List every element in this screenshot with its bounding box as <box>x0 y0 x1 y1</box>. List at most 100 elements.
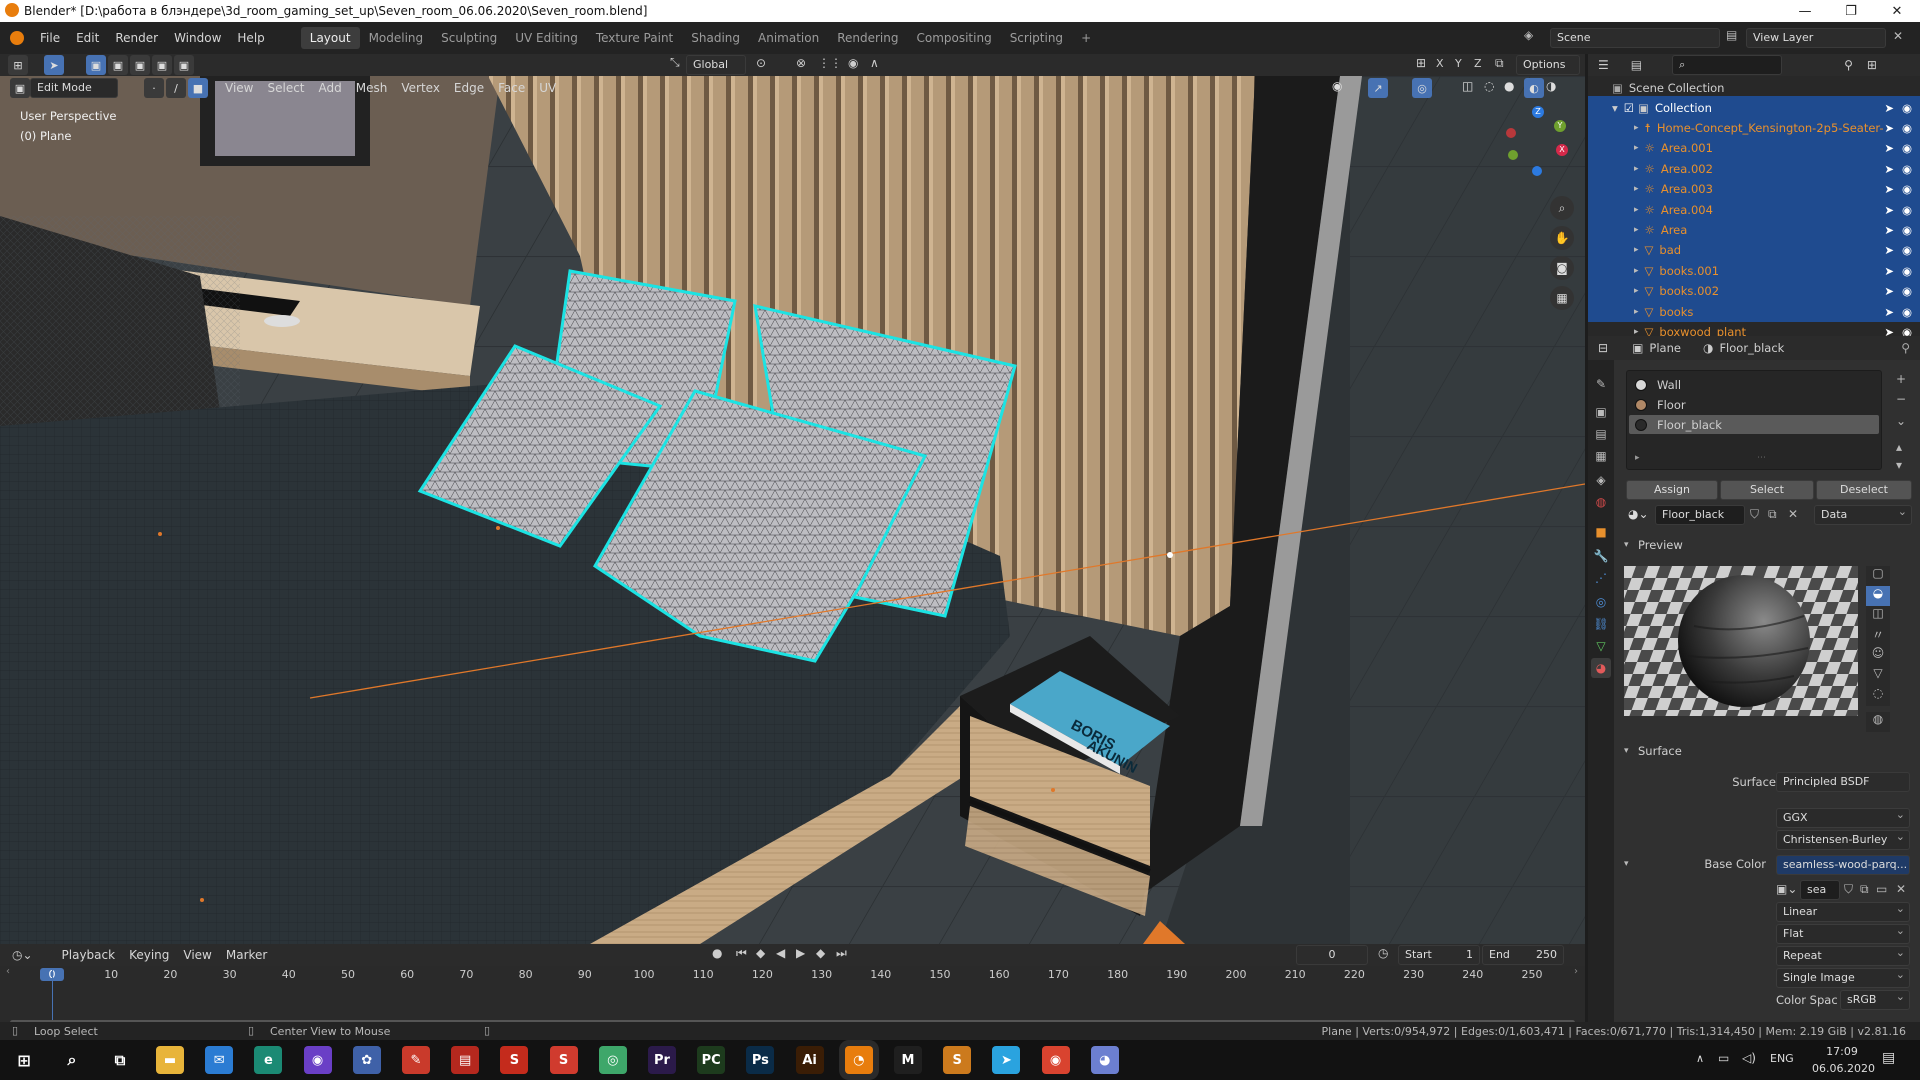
pin-icon[interactable]: ⚲ <box>1901 341 1910 355</box>
jump-end-icon[interactable]: ⏭ <box>836 946 847 961</box>
clock-time[interactable]: 17:09 <box>1812 1045 1872 1058</box>
menu-help[interactable]: Help <box>229 31 272 45</box>
object-tab-icon[interactable]: ■ <box>1591 522 1611 542</box>
vertex-select-icon[interactable]: · <box>144 78 164 98</box>
scene-selector[interactable]: Scene <box>1550 28 1720 48</box>
material-browse-icon[interactable]: ◕⌄ <box>1628 507 1649 521</box>
workspace-tab-compositing[interactable]: Compositing <box>907 27 1000 49</box>
outliner-item[interactable]: ▸ ▽ books ➤ ◉ <box>1588 302 1920 322</box>
pivot-point-icon[interactable]: ⊙ <box>756 56 766 70</box>
blender-menu-icon[interactable] <box>10 31 24 45</box>
material-slot-list[interactable]: Wall Floor Floor_black ▸ ⋯ <box>1626 370 1882 470</box>
select-restrict-icon[interactable]: ➤ <box>1884 121 1894 135</box>
current-frame-field[interactable]: 0 <box>1296 945 1368 965</box>
display-mode-icon[interactable]: ▤ <box>1631 58 1642 72</box>
outliner-item[interactable]: ▸ ☼ Area.001 ➤ ◉ <box>1588 138 1920 158</box>
surface-panel-title[interactable]: Surface <box>1638 744 1682 758</box>
remove-slot-icon[interactable]: − <box>1896 392 1906 406</box>
edge-select-icon[interactable]: / <box>166 78 186 98</box>
preview-flat-icon[interactable]: ▢ <box>1866 566 1890 586</box>
image-unlink-icon[interactable]: ✕ <box>1896 882 1906 896</box>
resize-grip-icon[interactable]: ⋯ <box>1757 453 1766 463</box>
preview-monkey-icon[interactable]: ☺ <box>1866 646 1890 666</box>
preview-hair-icon[interactable]: 〃 <box>1866 626 1890 646</box>
eye-icon[interactable]: ◉ <box>1902 284 1912 298</box>
menu-render[interactable]: Render <box>107 31 166 45</box>
visibility-icon[interactable]: ◉ <box>1332 79 1342 93</box>
add-workspace-button[interactable]: + <box>1072 27 1100 49</box>
network-icon[interactable]: ▭ <box>1718 1051 1729 1065</box>
mail-icon[interactable]: ✉ <box>205 1046 234 1074</box>
gizmo-y-axis[interactable]: Y <box>1554 120 1566 132</box>
sublime-icon[interactable]: S <box>943 1046 972 1074</box>
gizmo-z-axis[interactable]: Z <box>1532 106 1544 118</box>
surface-collapse-icon[interactable]: ▾ <box>1624 746 1629 756</box>
viewport-menu-uv[interactable]: UV <box>532 80 563 96</box>
material-slot-floor-black[interactable]: Floor_black <box>1629 415 1879 434</box>
gizmo-x-axis[interactable]: X <box>1556 144 1568 156</box>
menu-edit[interactable]: Edit <box>68 31 107 45</box>
viewport-menu-select[interactable]: Select <box>260 80 311 96</box>
output-tab-icon[interactable]: ▤ <box>1591 424 1611 444</box>
assign-button[interactable]: Assign <box>1626 480 1718 500</box>
timeline-editor-icon[interactable]: ◷⌄ <box>12 948 33 962</box>
start-frame-field[interactable]: Start 1 <box>1398 945 1480 965</box>
sketchup-icon[interactable]: S <box>500 1046 529 1074</box>
move-slot-up-icon[interactable]: ▴ <box>1896 440 1902 454</box>
material-tab-icon[interactable]: ◕ <box>1591 658 1611 678</box>
workspace-tab-layout[interactable]: Layout <box>300 27 360 49</box>
properties-editor-icon[interactable]: ⊟ <box>1598 341 1608 355</box>
image-fake-user-icon[interactable]: ⛉ <box>1844 882 1853 897</box>
unity-hub-icon[interactable]: ✿ <box>352 1046 381 1074</box>
telegram-icon[interactable]: ➤ <box>992 1046 1021 1074</box>
expand-arrow-icon[interactable]: ▸ <box>1634 123 1639 133</box>
pdf-reader-icon[interactable]: ✎ <box>402 1046 430 1074</box>
preview-cube-icon[interactable]: ◫ <box>1866 606 1890 626</box>
3d-viewport[interactable]: BORIS AKUNIN User Perspective (0) Plane … <box>0 76 1585 944</box>
blender-icon[interactable]: ◔ <box>844 1046 873 1074</box>
select-tool-icon[interactable]: ➤ <box>44 55 64 75</box>
record-icon[interactable]: ● <box>712 946 722 960</box>
camera-view-icon[interactable]: ◙ <box>1550 256 1574 280</box>
discord-icon[interactable]: ◕ <box>1090 1046 1119 1074</box>
outliner-scene-collection[interactable]: ▣ Scene Collection <box>1588 78 1920 98</box>
select-box-subtract-icon[interactable]: ▣ <box>130 55 150 75</box>
scene-render[interactable]: BORIS AKUNIN <box>0 76 1585 944</box>
expand-arrow-icon[interactable]: ▸ <box>1634 164 1639 174</box>
base-color-texture-field[interactable]: seamless-wood-parq... <box>1776 855 1910 875</box>
expand-arrow-icon[interactable]: ▸ <box>1634 143 1639 153</box>
expand-arrow-icon[interactable]: ▸ <box>1634 184 1639 194</box>
base-color-expand-icon[interactable]: ▾ <box>1624 859 1629 869</box>
view-layer-selector[interactable]: View Layer <box>1746 28 1886 48</box>
image-open-icon[interactable]: ▭ <box>1876 882 1887 896</box>
workspace-tab-sculpting[interactable]: Sculpting <box>432 27 506 49</box>
render-tab-icon[interactable]: ▣ <box>1591 402 1611 422</box>
close-view-layer-icon[interactable]: ✕ <box>1893 29 1903 43</box>
auto-merge-icon[interactable]: ⧉ <box>1495 56 1504 71</box>
physics-tab-icon[interactable]: ◎ <box>1591 592 1611 612</box>
select-restrict-icon[interactable]: ➤ <box>1884 182 1894 196</box>
eye-icon[interactable]: ◉ <box>1902 141 1912 155</box>
close-button[interactable]: ✕ <box>1874 0 1920 22</box>
distribution-dropdown[interactable]: GGX <box>1776 808 1910 828</box>
constraints-tab-icon[interactable]: ⛓ <box>1591 614 1611 634</box>
outliner-search-input[interactable]: ⌕ <box>1672 55 1783 75</box>
workspace-tab-rendering[interactable]: Rendering <box>828 27 907 49</box>
expand-arrow-icon[interactable]: ▸ <box>1634 245 1639 255</box>
menu-file[interactable]: File <box>32 31 68 45</box>
ortho-toggle-icon[interactable]: ▦ <box>1550 286 1574 310</box>
modifier-tab-icon[interactable]: 🔧 <box>1591 546 1611 566</box>
timeline-area[interactable]: 0102030405060708090100110120130140150160… <box>0 966 1585 1026</box>
select-restrict-icon[interactable]: ➤ <box>1884 203 1894 217</box>
preview-range-icon[interactable]: ◷ <box>1378 946 1388 960</box>
eye-icon[interactable]: ◉ <box>1902 101 1912 115</box>
world-tab-icon[interactable]: ◍ <box>1591 492 1611 512</box>
workspace-tab-modeling[interactable]: Modeling <box>360 27 433 49</box>
scroll-left-icon[interactable]: ‹ <box>6 966 16 1016</box>
maximize-button[interactable]: ❐ <box>1828 0 1874 22</box>
slot-specials-icon[interactable]: ⌄ <box>1896 414 1906 428</box>
navigation-gizmo[interactable]: Z Y X <box>1500 106 1570 176</box>
select-restrict-icon[interactable]: ➤ <box>1884 223 1894 237</box>
archive-app-icon[interactable]: ▤ <box>451 1046 480 1074</box>
eye-icon[interactable]: ◉ <box>1902 264 1912 278</box>
